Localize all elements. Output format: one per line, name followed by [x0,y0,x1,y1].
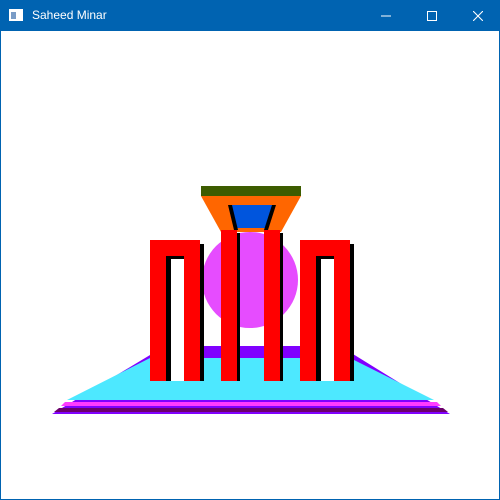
platform-top [67,358,434,400]
right-arch-pillar [300,240,354,381]
red-sun-disc [202,232,298,328]
center-right-pillar [264,230,283,381]
window-left-border [0,31,1,500]
platform-stripe-dark [54,408,448,412]
platform-stripe-magenta [61,402,441,406]
drawing-canvas [0,31,499,500]
top-cap [201,186,301,196]
saheed-minar-drawing [0,31,450,500]
app-window: Saheed Minar [0,0,500,500]
center-left-pillar [221,230,240,381]
left-arch-pillar [150,240,204,381]
